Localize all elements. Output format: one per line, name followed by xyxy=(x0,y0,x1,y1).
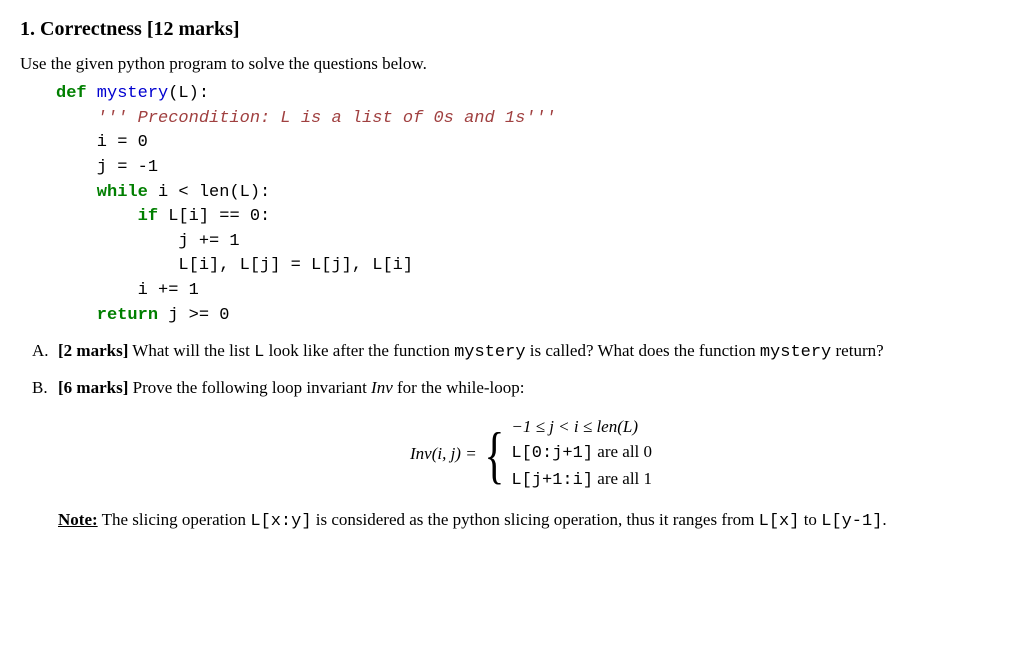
q-text: What will the list xyxy=(128,341,254,360)
kw-if: if xyxy=(56,207,158,226)
code-text: (L): xyxy=(168,84,209,103)
q-text: Prove the following loop invariant xyxy=(128,378,371,397)
note-text: to xyxy=(799,510,821,529)
code-line: j = -1 xyxy=(56,158,158,177)
math-var: Inv xyxy=(410,444,432,463)
brace-wrap: Inv(i, j) = { −1 ≤ j < i ≤ len(L) L[0:j+… xyxy=(410,414,652,495)
q-text: return? xyxy=(831,341,883,360)
code-block: def mystery(L): ''' Precondition: L is a… xyxy=(56,82,1004,328)
intro-text: Use the given python program to solve th… xyxy=(20,53,1004,76)
question-b: B. [6 marks] Prove the following loop in… xyxy=(32,377,1004,534)
note-block: Note: The slicing operation L[x:y] is co… xyxy=(58,509,1004,534)
code-text: j >= 0 xyxy=(158,306,229,325)
math-var: Inv xyxy=(371,378,393,397)
question-letter: B. xyxy=(32,377,58,534)
q-text: is called? What does the function xyxy=(526,341,760,360)
code-ref: L[j+1:i] xyxy=(511,471,593,490)
kw-def: def xyxy=(56,84,87,103)
code-ref: L[0:j+1] xyxy=(511,444,593,463)
q-text: look like after the function xyxy=(264,341,454,360)
question-body: [6 marks] Prove the following loop invar… xyxy=(58,377,1004,534)
code-ref: mystery xyxy=(454,343,525,362)
code-line: L[i], L[j] = L[j], L[i] xyxy=(56,256,413,275)
math-lhs: Inv(i, j) = xyxy=(410,443,477,466)
question-letter: A. xyxy=(32,340,58,365)
fn-name: mystery xyxy=(87,84,169,103)
section-title: 1. Correctness [12 marks] xyxy=(20,16,1004,43)
kw-return: return xyxy=(56,306,158,325)
case-line: L[0:j+1] are all 0 xyxy=(511,441,652,466)
brace-cases: −1 ≤ j < i ≤ len(L) L[0:j+1] are all 0 L… xyxy=(511,414,652,495)
note-text: The slicing operation xyxy=(98,510,251,529)
code-ref: L[x] xyxy=(759,512,800,531)
code-ref: L[x:y] xyxy=(250,512,311,531)
question-body: [2 marks] What will the list L look like… xyxy=(58,340,1004,365)
code-ref: L xyxy=(254,343,264,362)
left-brace-icon: { xyxy=(484,423,504,487)
case-line: L[j+1:i] are all 1 xyxy=(511,468,652,493)
kw-while: while xyxy=(56,183,148,202)
question-list: A. [2 marks] What will the list L look l… xyxy=(32,340,1004,534)
code-ref: mystery xyxy=(760,343,831,362)
code-ref: L[y-1] xyxy=(821,512,882,531)
marks-label: [6 marks] xyxy=(58,378,128,397)
code-line: i = 0 xyxy=(56,133,148,152)
math-block: Inv(i, j) = { −1 ≤ j < i ≤ len(L) L[0:j+… xyxy=(58,414,1004,495)
case-text: are all 0 xyxy=(593,442,652,461)
docstring: ''' Precondition: L is a list of 0s and … xyxy=(56,109,556,128)
code-text: L[i] == 0: xyxy=(158,207,270,226)
math-args: (i, j) = xyxy=(432,444,477,463)
q-text: for the while-loop: xyxy=(393,378,525,397)
code-line: i += 1 xyxy=(56,281,199,300)
case-line: −1 ≤ j < i ≤ len(L) xyxy=(511,416,652,439)
question-a: A. [2 marks] What will the list L look l… xyxy=(32,340,1004,365)
note-label: Note: xyxy=(58,510,98,529)
code-text: i < len(L): xyxy=(148,183,270,202)
math-expr: −1 ≤ j < i ≤ len(L) xyxy=(511,417,638,436)
note-text: . xyxy=(882,510,886,529)
marks-label: [2 marks] xyxy=(58,341,128,360)
code-line: j += 1 xyxy=(56,232,240,251)
case-text: are all 1 xyxy=(593,469,652,488)
note-text: is considered as the python slicing oper… xyxy=(312,510,759,529)
